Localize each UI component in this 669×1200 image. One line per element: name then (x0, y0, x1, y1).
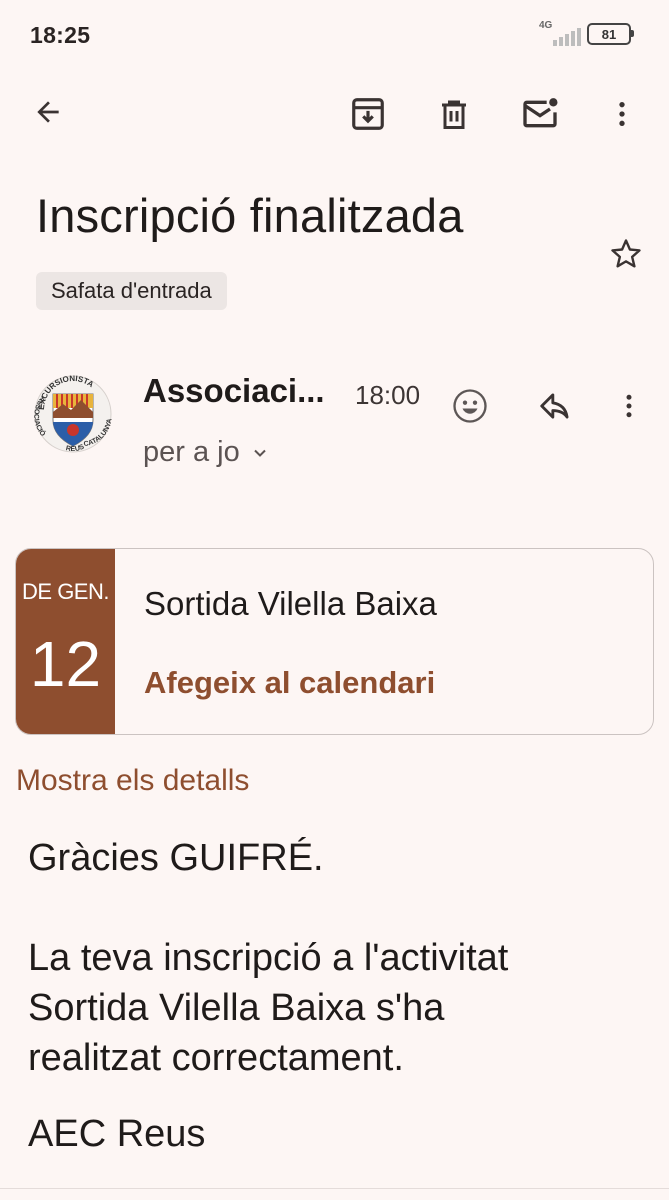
status-time: 18:25 (30, 22, 91, 48)
battery-icon: 81 (587, 23, 634, 45)
event-card[interactable]: DE GEN. 12 Sortida Vilella Baixa Afegeix… (15, 548, 654, 735)
event-title: Sortida Vilella Baixa (144, 585, 437, 622)
battery-level: 81 (601, 26, 617, 42)
event-day: 12 (29, 628, 102, 700)
body-line-3: realitzat correctament. (28, 1037, 404, 1079)
message-more-button[interactable] (610, 384, 648, 428)
body-greeting: Gràcies GUIFRÉ. (28, 837, 324, 879)
delete-button[interactable] (430, 90, 478, 138)
network-type: 4G (539, 20, 553, 31)
body-line-2: Sortida Vilella Baixa s'ha (28, 987, 445, 1029)
more-vert-icon (626, 394, 632, 418)
divider (0, 1188, 669, 1189)
status-indicators: 4G 81 (539, 20, 634, 46)
reply-icon (540, 393, 569, 419)
mark-unread-button[interactable] (516, 90, 564, 138)
star-icon (611, 239, 641, 268)
reply-button[interactable] (532, 384, 580, 428)
back-button[interactable] (24, 88, 72, 136)
body-signature: AEC Reus (28, 1113, 206, 1155)
add-to-calendar-link[interactable]: Afegeix al calendari (144, 665, 435, 701)
signal-icon: 4G (539, 20, 581, 46)
association-logo-icon: EXCURSIONISTA ASSOCIACIÓ CATALUNYA REUS (32, 374, 113, 453)
more-options-button[interactable] (598, 90, 646, 138)
email-time: 18:00 (355, 380, 421, 410)
archive-icon (352, 98, 384, 130)
sender-name[interactable]: Associaci... (143, 372, 325, 410)
event-month: DE GEN. (22, 579, 109, 604)
label-chip[interactable]: Safata d'entrada (36, 272, 227, 310)
trash-icon (442, 100, 466, 129)
email-subject: Inscripció finalitzada (36, 189, 464, 242)
sender-avatar[interactable]: EXCURSIONISTA ASSOCIACIÓ CATALUNYA REUS (32, 372, 114, 456)
body-line-1: La teva inscripció a l'activitat (28, 937, 509, 979)
recipient-toggle[interactable]: per a jo (143, 436, 270, 469)
star-button[interactable] (604, 232, 648, 276)
recipient-text: per a jo (143, 436, 240, 468)
show-details-link[interactable]: Mostra els detalls (16, 764, 249, 798)
chevron-down-icon (254, 449, 266, 457)
archive-button[interactable] (344, 90, 392, 138)
more-vert-icon (619, 102, 625, 126)
react-emoji-button[interactable] (448, 384, 492, 428)
smiley-icon (453, 389, 487, 423)
mail-unread-icon (523, 98, 558, 128)
calendar-date-badge: DE GEN. 12 (16, 549, 115, 734)
arrow-back-icon (37, 101, 59, 123)
